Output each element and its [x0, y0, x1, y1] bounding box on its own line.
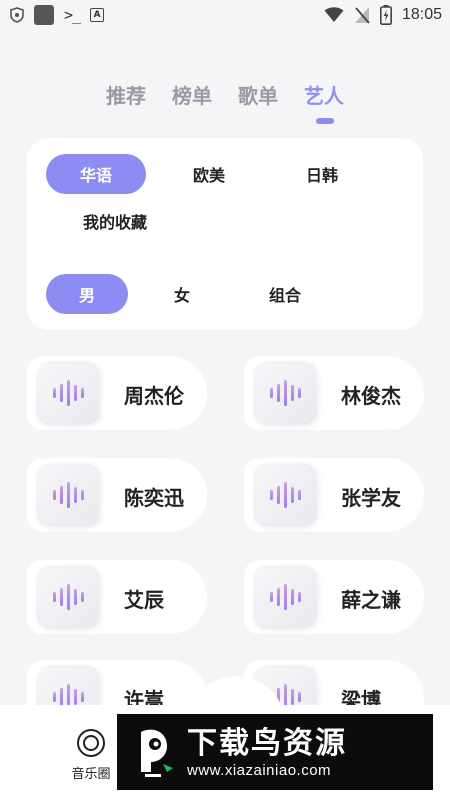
- watermark-url: www.xiazainiao.com: [187, 761, 332, 779]
- active-tab-indicator: [316, 118, 334, 124]
- wifi-icon: [324, 7, 344, 22]
- artist-thumb: [36, 565, 100, 629]
- artist-card[interactable]: 艾辰: [27, 560, 207, 634]
- artist-thumb: [253, 361, 317, 425]
- artist-name: 陈奕迅: [124, 486, 184, 510]
- artist-thumb: [36, 463, 100, 527]
- filter-panel: 华语 欧美 日韩 我的收藏 男 女 组合: [27, 138, 423, 330]
- tab-recommend[interactable]: 推荐: [106, 80, 146, 109]
- no-signal-icon: [354, 7, 370, 24]
- artist-name: 张学友: [341, 486, 401, 510]
- artist-thumb: [36, 361, 100, 425]
- filter-region-chinese[interactable]: 华语: [46, 154, 146, 194]
- filter-gender-male[interactable]: 男: [46, 274, 128, 314]
- status-bar: >_ A 18:05: [0, 0, 450, 30]
- app-square-icon: [34, 5, 54, 25]
- category-tabs: 推荐 榜单 歌单 艺人: [106, 80, 344, 109]
- filter-gender-group[interactable]: 组合: [244, 274, 326, 314]
- watermark-title: 下载鸟资源: [187, 725, 347, 761]
- tab-playlists[interactable]: 歌单: [238, 80, 278, 109]
- vinyl-icon: [77, 729, 105, 757]
- filter-region-favorites[interactable]: 我的收藏: [65, 201, 165, 241]
- artist-card[interactable]: 张学友: [244, 458, 424, 532]
- nav-item-music-circle[interactable]: 音乐圈: [66, 729, 116, 782]
- filter-region-jpkr[interactable]: 日韩: [272, 154, 372, 194]
- artist-name: 周杰伦: [124, 384, 184, 408]
- font-a-icon: A: [90, 8, 105, 22]
- sound-wave-icon: [269, 380, 301, 406]
- status-time: 18:05: [401, 6, 442, 23]
- sound-wave-icon: [52, 584, 84, 610]
- status-left-icons: >_ A: [10, 5, 105, 25]
- tab-charts[interactable]: 榜单: [172, 80, 212, 109]
- terminal-icon: >_: [64, 6, 81, 24]
- status-right-icons: 18:05: [324, 5, 442, 25]
- artist-name: 林俊杰: [341, 384, 401, 408]
- tab-artists[interactable]: 艺人: [304, 80, 344, 109]
- artist-thumb: [253, 565, 317, 629]
- artist-card[interactable]: 薛之谦: [244, 560, 424, 634]
- watermark-banner: 下载鸟资源 www.xiazainiao.com: [117, 714, 433, 790]
- sound-wave-icon: [269, 584, 301, 610]
- sound-wave-icon: [269, 482, 301, 508]
- artist-name: 艾辰: [124, 588, 164, 612]
- nav-item-label: 音乐圈: [71, 767, 111, 782]
- bird-logo-icon: [127, 724, 179, 780]
- sound-wave-icon: [52, 482, 84, 508]
- artist-card[interactable]: 林俊杰: [244, 356, 424, 430]
- filter-region-western[interactable]: 欧美: [159, 154, 259, 194]
- artist-thumb: [253, 463, 317, 527]
- filter-gender-female[interactable]: 女: [141, 274, 223, 314]
- artist-card[interactable]: 陈奕迅: [27, 458, 207, 532]
- artist-name: 薛之谦: [341, 588, 401, 612]
- battery-charging-icon: [379, 5, 392, 25]
- shield-icon: [10, 7, 24, 23]
- sound-wave-icon: [52, 380, 84, 406]
- artist-card[interactable]: 周杰伦: [27, 356, 207, 430]
